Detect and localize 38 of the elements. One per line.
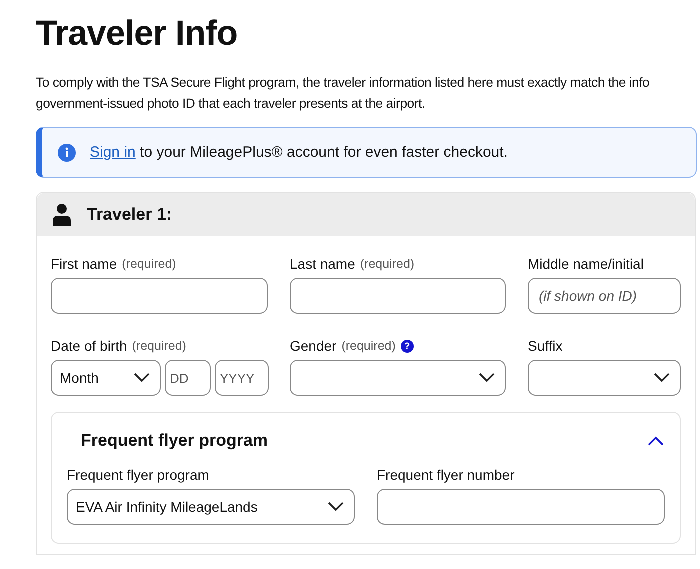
section-title: Frequent flyer program xyxy=(81,431,268,451)
required-hint: (required) xyxy=(342,339,396,353)
collapse-toggle[interactable] xyxy=(648,436,664,446)
help-icon[interactable]: ? xyxy=(400,340,414,352)
input-field[interactable] xyxy=(377,489,665,525)
field-label: Date of birth xyxy=(51,338,128,354)
input-field[interactable] xyxy=(51,278,268,314)
chevron-up-icon xyxy=(648,436,664,446)
field-label: Middle name/initial xyxy=(528,256,644,272)
intro-text: To comply with the TSA Secure Flight program, the traveler information listed here must exactly match the info xyxy=(36,74,651,92)
person-icon xyxy=(53,204,71,226)
traveler-title: Traveler 1: xyxy=(87,204,172,224)
input-field[interactable]: DD xyxy=(165,360,211,396)
intro-text: government-issued photo ID that each traveler presents at the airport. xyxy=(36,95,426,113)
info-icon xyxy=(58,144,76,162)
input-field[interactable]: YYYY xyxy=(215,360,269,396)
sign-in-link[interactable]: Sign in xyxy=(90,144,136,161)
notice-text: to your MileagePlus® account for even faster checkout. xyxy=(140,144,508,161)
required-hint: (required) xyxy=(132,339,186,353)
select-field[interactable] xyxy=(290,360,506,396)
select-field[interactable]: Month xyxy=(51,360,161,396)
chevron-down-icon xyxy=(134,373,150,383)
field-label: Suffix xyxy=(528,338,563,354)
field-label: Frequent flyer program xyxy=(67,467,210,483)
field-label: Last name xyxy=(290,256,356,272)
required-hint: (required) xyxy=(360,257,415,271)
chevron-down-icon xyxy=(328,502,344,512)
input-field[interactable]: (if shown on ID) xyxy=(528,278,681,314)
required-hint: (required) xyxy=(122,257,176,271)
select-field[interactable] xyxy=(528,360,681,396)
chevron-down-icon xyxy=(654,373,670,383)
chevron-down-icon xyxy=(479,373,495,383)
field-label: First name xyxy=(51,256,118,272)
page-title: Traveler Info xyxy=(36,14,239,54)
field-label: Gender xyxy=(290,338,337,354)
input-field[interactable] xyxy=(290,278,506,314)
select-field[interactable]: EVA Air Infinity MileageLands xyxy=(67,489,355,525)
field-label: Frequent flyer number xyxy=(377,467,515,483)
